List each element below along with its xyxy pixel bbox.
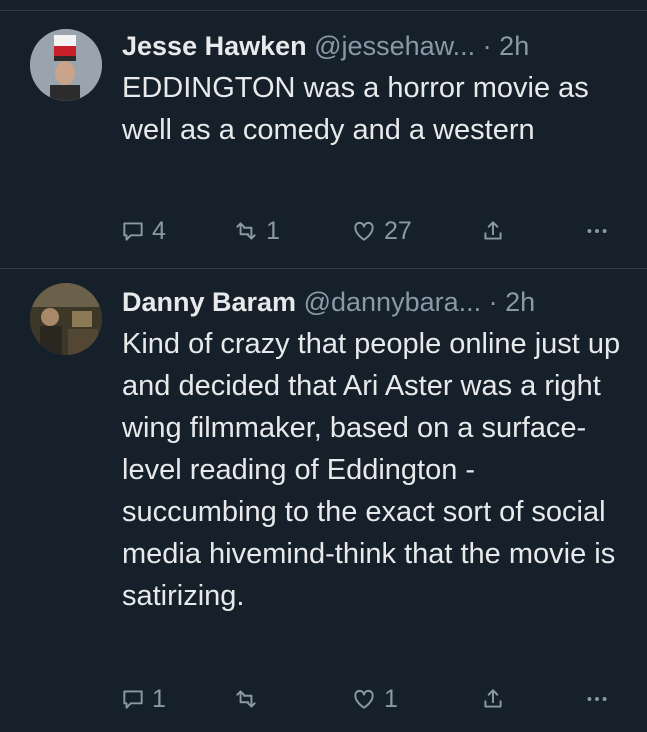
more-button[interactable] [584, 681, 610, 717]
reply-icon [123, 690, 143, 709]
timestamp[interactable]: 2h [499, 31, 529, 61]
like-button[interactable]: 27 [350, 213, 412, 249]
like-count: 27 [384, 216, 412, 245]
more-button[interactable] [584, 213, 610, 249]
retweet-count: 1 [266, 216, 280, 245]
retweet-button[interactable]: 1 [232, 213, 280, 249]
like-count: 1 [384, 684, 398, 713]
more-icon [587, 697, 607, 701]
tweet-text: Kind of crazy that people online just up… [122, 328, 621, 612]
like-icon [354, 221, 374, 241]
tweet-header: Jesse Hawken @jessehaw... · 2h [122, 27, 625, 65]
avatar-image [30, 29, 102, 101]
reply-button[interactable]: 4 [120, 213, 166, 249]
retweet-icon [236, 690, 256, 708]
tweet[interactable]: Jesse Hawken @jessehaw... · 2h EDDINGTON… [0, 11, 647, 269]
display-name[interactable]: Jesse Hawken [122, 31, 307, 61]
retweet-icon [236, 222, 256, 240]
tweet-actions: 1 1 [120, 681, 630, 717]
like-button[interactable]: 1 [350, 681, 398, 717]
avatar[interactable] [30, 29, 102, 101]
separator: · [482, 31, 492, 61]
more-icon [587, 229, 607, 233]
timestamp[interactable]: 2h [505, 287, 535, 317]
share-button[interactable] [480, 681, 506, 717]
reply-icon [123, 222, 143, 241]
separator: · [488, 287, 498, 317]
avatar[interactable] [30, 283, 102, 355]
share-icon [484, 221, 502, 240]
reply-button[interactable]: 1 [120, 681, 166, 717]
reply-count: 1 [152, 684, 166, 713]
handle[interactable]: @jessehaw... [314, 31, 475, 61]
tweet-text: EDDINGTON was a horror movie as well as … [122, 72, 589, 146]
tweet[interactable]: Danny Baram @dannybara... · 2h Kind of c… [0, 269, 647, 732]
reply-count: 4 [152, 216, 166, 245]
handle[interactable]: @dannybara... [304, 287, 482, 317]
share-button[interactable] [480, 213, 506, 249]
retweet-button[interactable] [232, 681, 266, 717]
tweet-header: Danny Baram @dannybara... · 2h [122, 283, 625, 321]
display-name[interactable]: Danny Baram [122, 287, 296, 317]
avatar-image [30, 283, 102, 355]
tweet-actions: 4 1 27 [120, 213, 630, 249]
like-icon [354, 689, 374, 709]
share-icon [484, 689, 502, 708]
